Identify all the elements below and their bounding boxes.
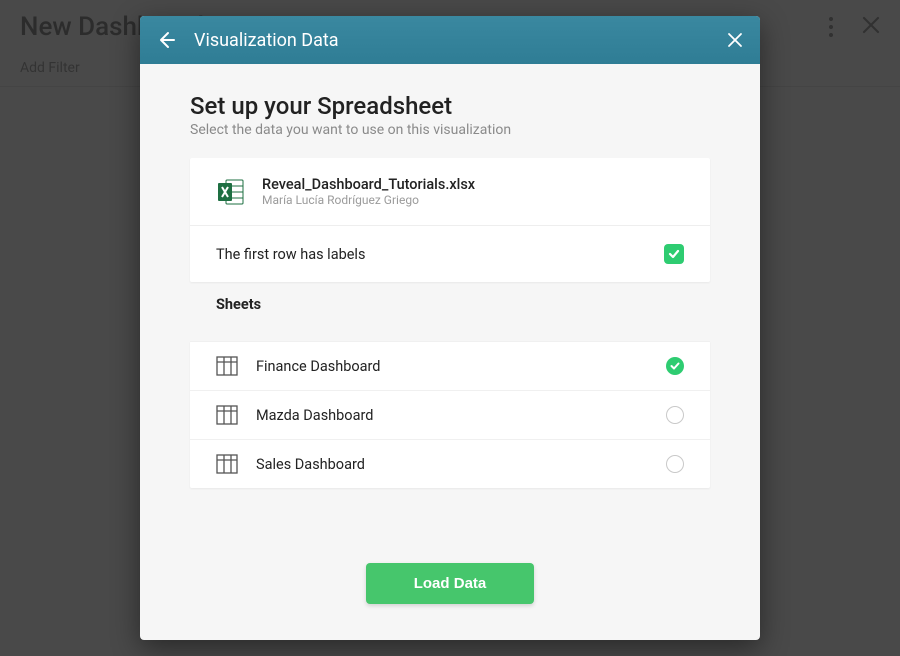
visualization-data-modal: Visualization Data Set up your Spreadshe… — [140, 16, 760, 640]
modal-title: Visualization Data — [194, 30, 708, 51]
first-row-labels-checkbox[interactable] — [664, 244, 684, 264]
sheet-name: Finance Dashboard — [256, 358, 648, 375]
sheet-icon — [216, 405, 238, 425]
first-row-labels-text: The first row has labels — [216, 246, 365, 263]
back-icon[interactable] — [156, 30, 176, 50]
close-icon[interactable] — [726, 31, 744, 49]
sheet-radio[interactable] — [666, 455, 684, 473]
file-owner: María Lucía Rodríguez Griego — [262, 193, 475, 207]
setup-subtitle: Select the data you want to use on this … — [190, 122, 710, 138]
sheets-heading: Sheets — [190, 282, 710, 321]
sheet-item[interactable]: Mazda Dashboard — [190, 390, 710, 439]
file-card: Reveal_Dashboard_Tutorials.xlsx María Lu… — [190, 158, 710, 282]
sheet-name: Mazda Dashboard — [256, 407, 648, 424]
sheet-icon — [216, 454, 238, 474]
sheet-name: Sales Dashboard — [256, 456, 648, 473]
sheet-selected-icon[interactable] — [666, 357, 684, 375]
sheet-radio[interactable] — [666, 406, 684, 424]
setup-title: Set up your Spreadsheet — [190, 92, 710, 120]
sheet-icon — [216, 356, 238, 376]
sheet-item[interactable]: Finance Dashboard — [190, 341, 710, 390]
sheets-list: Finance Dashboard Mazda Dashboard Sales Da… — [190, 341, 710, 488]
sheet-item[interactable]: Sales Dashboard — [190, 439, 710, 488]
excel-icon — [216, 177, 246, 207]
load-data-button[interactable]: Load Data — [366, 563, 535, 604]
file-name: Reveal_Dashboard_Tutorials.xlsx — [262, 176, 475, 193]
file-row[interactable]: Reveal_Dashboard_Tutorials.xlsx María Lu… — [190, 158, 710, 226]
modal-header: Visualization Data — [140, 16, 760, 64]
